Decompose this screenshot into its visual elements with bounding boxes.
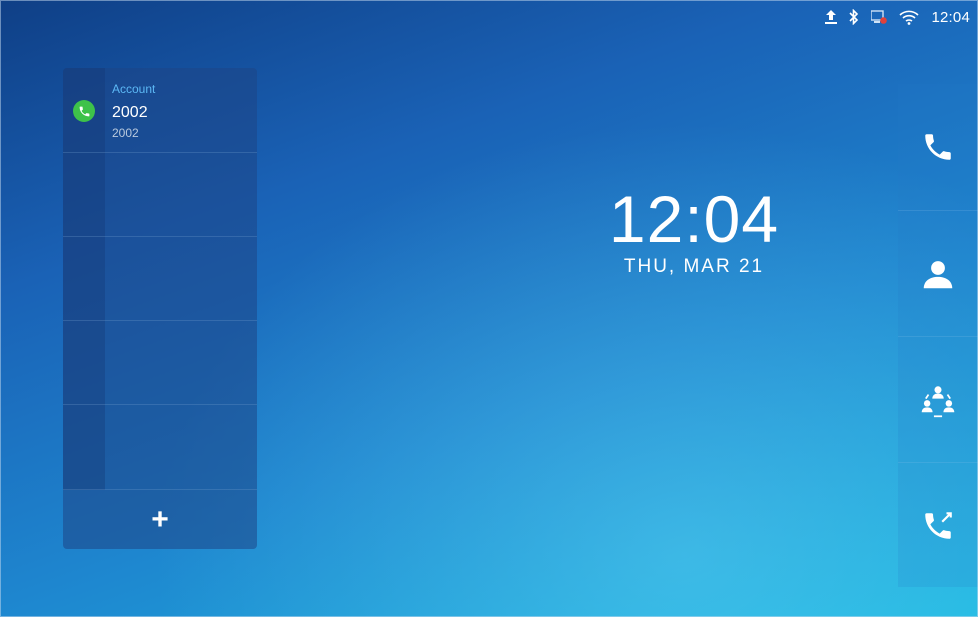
bluetooth-icon [849, 9, 859, 25]
wifi-icon [899, 9, 920, 25]
call-history-icon [921, 509, 955, 543]
empty-account-slot[interactable] [63, 405, 257, 490]
clock-date: THU, MAR 21 [623, 256, 765, 277]
empty-account-slot[interactable] [63, 320, 257, 405]
conference-icon [919, 381, 957, 419]
account-name: 2002 [112, 104, 148, 121]
clock-time: 12:04 [608, 182, 780, 256]
empty-account-slot[interactable] [63, 236, 257, 321]
account-number: 2002 [112, 126, 139, 140]
network-disconnected-icon [871, 10, 888, 24]
status-bar: 12:04 [825, 0, 970, 34]
status-time: 12:04 [931, 8, 970, 26]
clock-widget: 12:04 THU, MAR 21 [586, 186, 802, 278]
contacts-button[interactable] [898, 210, 978, 337]
contact-icon [920, 256, 956, 292]
phone-icon [73, 100, 95, 122]
call-history-button[interactable] [898, 462, 978, 589]
app-dock [898, 84, 978, 587]
add-account-button[interactable]: + [63, 490, 257, 549]
dialer-button[interactable] [898, 84, 978, 210]
account-label: Account [112, 82, 156, 96]
add-icon: + [151, 502, 169, 536]
account-panel: Account 2002 2002 + [63, 68, 257, 549]
account-item[interactable]: Account 2002 2002 [63, 68, 257, 153]
empty-account-slot[interactable] [63, 152, 257, 237]
phone-icon [921, 130, 955, 164]
conference-button[interactable] [898, 336, 978, 463]
home-screen: 12:04 Account 2002 2002 + 12:04 THU, MAR… [0, 0, 978, 617]
upload-icon [825, 10, 838, 24]
